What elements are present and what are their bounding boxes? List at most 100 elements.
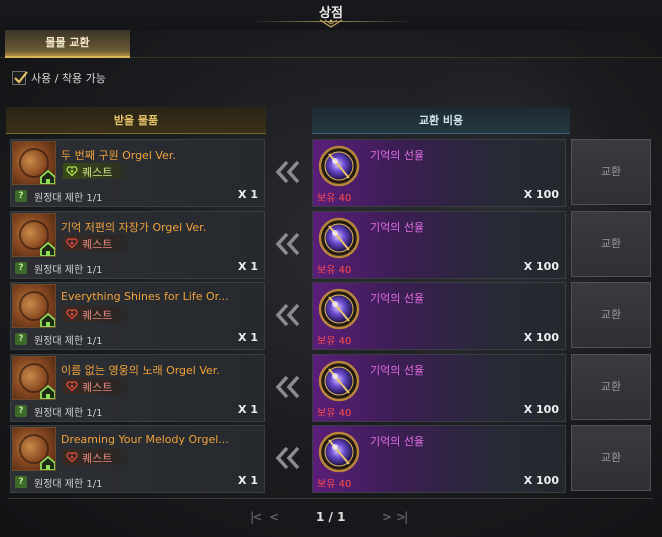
quest-badge: 퀘스트 (63, 163, 131, 179)
title-ornament-icon (319, 19, 343, 28)
exchange-button[interactable]: 교환 (571, 425, 651, 491)
usable-checkbox[interactable] (12, 71, 28, 85)
pager-next-button[interactable]: > (382, 510, 392, 524)
music-sheet-icon (12, 213, 56, 257)
melody-orb-icon (318, 288, 360, 330)
reward-quantity: X 1 (238, 403, 258, 416)
house-icon (40, 169, 55, 184)
melody-orb-icon (318, 360, 360, 402)
expedition-limit: 원정대 제한 1/1 (34, 193, 103, 204)
music-sheet-icon (12, 427, 56, 471)
quest-label: 퀘스트 (82, 452, 113, 465)
owned-count: 보유 40 (317, 193, 352, 204)
exchange-button[interactable]: 교환 (571, 139, 651, 205)
house-icon (40, 455, 55, 470)
exchange-button[interactable]: 교환 (571, 354, 651, 420)
music-sheet-icon (12, 356, 56, 400)
heart-quest-icon (66, 381, 78, 392)
question-icon[interactable]: ? (15, 262, 27, 274)
cost-item[interactable]: 기억의 선율 보유 40 X 100 (312, 282, 566, 350)
reward-name: 기억 저편의 자장가 Orgel Ver. (61, 221, 207, 234)
question-icon[interactable]: ? (15, 476, 27, 488)
footer-divider (8, 498, 653, 499)
reward-item[interactable]: Everything Shines for Life Or... 퀘스트 ? 원… (10, 282, 265, 350)
exchange-row: Dreaming Your Melody Orgel... 퀘스트 ? 원정대 … (0, 425, 662, 493)
pager-prev-button[interactable]: < (269, 510, 279, 524)
cost-column-header: 교환 비용 (312, 107, 570, 134)
cost-name: 기억의 선율 (370, 435, 425, 448)
usable-filter[interactable]: 사용 / 착용 가능 (12, 69, 106, 87)
tab-strip: 물물 교환 (0, 30, 662, 58)
cost-item[interactable]: 기억의 선율 보유 40 X 100 (312, 211, 566, 279)
cost-item[interactable]: 기억의 선율 보유 40 X 100 (312, 354, 566, 422)
reward-name: 두 번째 구원 Orgel Ver. (61, 149, 176, 162)
cost-name: 기억의 선율 (370, 149, 425, 162)
cost-name: 기억의 선율 (370, 292, 425, 305)
pager-first-button[interactable]: |< (250, 510, 263, 524)
usable-filter-label: 사용 / 착용 가능 (31, 72, 106, 85)
reward-item[interactable]: 두 번째 구원 Orgel Ver. 퀘스트 ? 원정대 제한 1/1 X 1 (10, 139, 265, 207)
quest-badge: 퀘스트 (63, 235, 131, 251)
quest-label: 퀘스트 (82, 238, 113, 251)
reward-quantity: X 1 (238, 188, 258, 201)
heart-quest-icon (66, 238, 78, 249)
owned-count: 보유 40 (317, 336, 352, 347)
double-chevron-left-icon (275, 232, 300, 256)
heart-quest-icon (66, 166, 78, 177)
house-icon (40, 312, 55, 327)
cost-quantity: X 100 (523, 260, 559, 273)
pager-status: 1 / 1 (316, 510, 346, 524)
exchange-row: 두 번째 구원 Orgel Ver. 퀘스트 ? 원정대 제한 1/1 X 1 (0, 139, 662, 207)
melody-orb-icon (318, 217, 360, 259)
quest-badge: 퀘스트 (63, 378, 131, 394)
quest-label: 퀘스트 (82, 381, 113, 394)
reward-name: Everything Shines for Life Or... (61, 290, 229, 303)
cost-name: 기억의 선율 (370, 221, 425, 234)
cost-quantity: X 100 (523, 188, 559, 201)
house-icon (40, 384, 55, 399)
question-icon[interactable]: ? (15, 333, 27, 345)
quest-label: 퀘스트 (82, 166, 113, 179)
quest-badge: 퀘스트 (63, 306, 131, 322)
title-bar: 상점 (0, 0, 662, 30)
owned-count: 보유 40 (317, 479, 352, 490)
pager-last-button[interactable]: >| (396, 510, 409, 524)
cost-quantity: X 100 (523, 474, 559, 487)
expedition-limit: 원정대 제한 1/1 (34, 408, 103, 419)
tab-barter[interactable]: 물물 교환 (5, 30, 130, 58)
reward-quantity: X 1 (238, 260, 258, 273)
reward-name: Dreaming Your Melody Orgel... (61, 433, 229, 446)
double-chevron-left-icon (275, 446, 300, 470)
reward-column-header: 받을 물품 (6, 107, 266, 134)
checkmark-icon (14, 71, 28, 84)
question-icon[interactable]: ? (15, 190, 27, 202)
exchange-button[interactable]: 교환 (571, 282, 651, 348)
melody-orb-icon (318, 431, 360, 473)
expedition-limit: 원정대 제한 1/1 (34, 336, 103, 347)
reward-item[interactable]: 기억 저편의 자장가 Orgel Ver. 퀘스트 ? 원정대 제한 1/1 X… (10, 211, 265, 279)
quest-badge: 퀘스트 (63, 449, 131, 465)
heart-quest-icon (66, 309, 78, 320)
cost-quantity: X 100 (523, 331, 559, 344)
cost-quantity: X 100 (523, 403, 559, 416)
double-chevron-left-icon (275, 303, 300, 327)
owned-count: 보유 40 (317, 265, 352, 276)
question-icon[interactable]: ? (15, 405, 27, 417)
double-chevron-left-icon (275, 375, 300, 399)
cost-item[interactable]: 기억의 선율 보유 40 X 100 (312, 425, 566, 493)
owned-count: 보유 40 (317, 408, 352, 419)
reward-quantity: X 1 (238, 474, 258, 487)
exchange-button[interactable]: 교환 (571, 211, 651, 277)
reward-item[interactable]: 이름 없는 영웅의 노래 Orgel Ver. 퀘스트 ? 원정대 제한 1/1… (10, 354, 265, 422)
quest-label: 퀘스트 (82, 309, 113, 322)
music-sheet-icon (12, 284, 56, 328)
music-sheet-icon (12, 141, 56, 185)
reward-name: 이름 없는 영웅의 노래 Orgel Ver. (61, 364, 220, 377)
cost-item[interactable]: 기억의 선율 보유 40 X 100 (312, 139, 566, 207)
exchange-row: Everything Shines for Life Or... 퀘스트 ? 원… (0, 282, 662, 350)
melody-orb-icon (318, 145, 360, 187)
reward-item[interactable]: Dreaming Your Melody Orgel... 퀘스트 ? 원정대 … (10, 425, 265, 493)
exchange-row: 이름 없는 영웅의 노래 Orgel Ver. 퀘스트 ? 원정대 제한 1/1… (0, 354, 662, 422)
cost-name: 기억의 선율 (370, 364, 425, 377)
expedition-limit: 원정대 제한 1/1 (34, 479, 103, 490)
